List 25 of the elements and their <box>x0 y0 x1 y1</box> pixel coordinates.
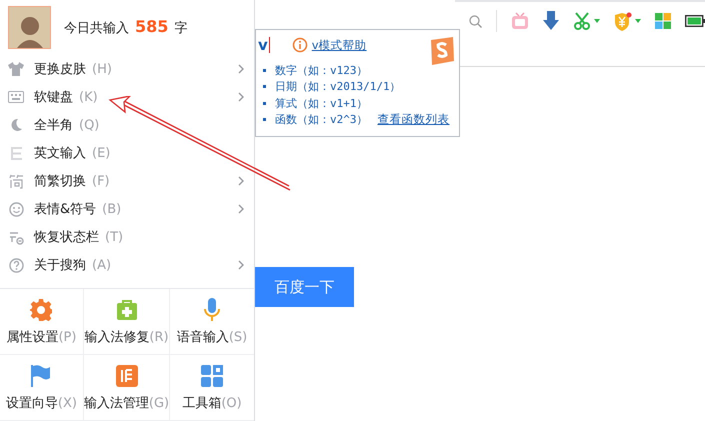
tool-button[interactable]: 属性设置(P) <box>0 289 84 355</box>
greeting-text: 今日共输入 <box>64 20 129 37</box>
menu-item[interactable]: 简繁切换 (F) <box>0 167 254 195</box>
search-button[interactable]: 百度一下 <box>255 267 354 307</box>
menu-item[interactable]: 全半角 (Q) <box>0 111 254 139</box>
hint-text: 数字（如：v123） <box>275 62 368 78</box>
function-list-link[interactable]: 查看函数列表 <box>378 112 450 128</box>
hint-text: 算式（如：v1+1） <box>275 96 368 111</box>
menu-item[interactable]: 软键盘 (K) <box>0 83 254 111</box>
tool-button[interactable]: 语音输入(S) <box>170 289 254 355</box>
tool-button[interactable]: 设置向导(X) <box>0 355 84 421</box>
menu-item[interactable]: 恢复状态栏 (T) <box>0 223 254 251</box>
tool-button[interactable]: 输入法管理(G) <box>84 355 170 421</box>
tool-button[interactable]: 工具箱(O) <box>170 355 254 421</box>
help-link[interactable]: v模式帮助 <box>312 38 367 52</box>
menu-item[interactable]: 表情&符号 (B) <box>0 195 254 223</box>
unit-text: 字 <box>174 20 188 37</box>
menu-item[interactable]: 更换皮肤 (H) <box>0 55 254 83</box>
menu-item[interactable]: 关于搜狗 (A) <box>0 251 254 279</box>
tool-button[interactable]: 输入法修复(R) <box>84 289 170 355</box>
hint-text: 函数（如：v2^3） <box>275 112 368 128</box>
menu-item[interactable]: 英文输入 (E) <box>0 139 254 167</box>
hint-text: 日期（如：v2013/1/1） <box>275 79 401 94</box>
ime-input-text: v <box>258 37 270 53</box>
input-count: 585 <box>135 17 168 36</box>
